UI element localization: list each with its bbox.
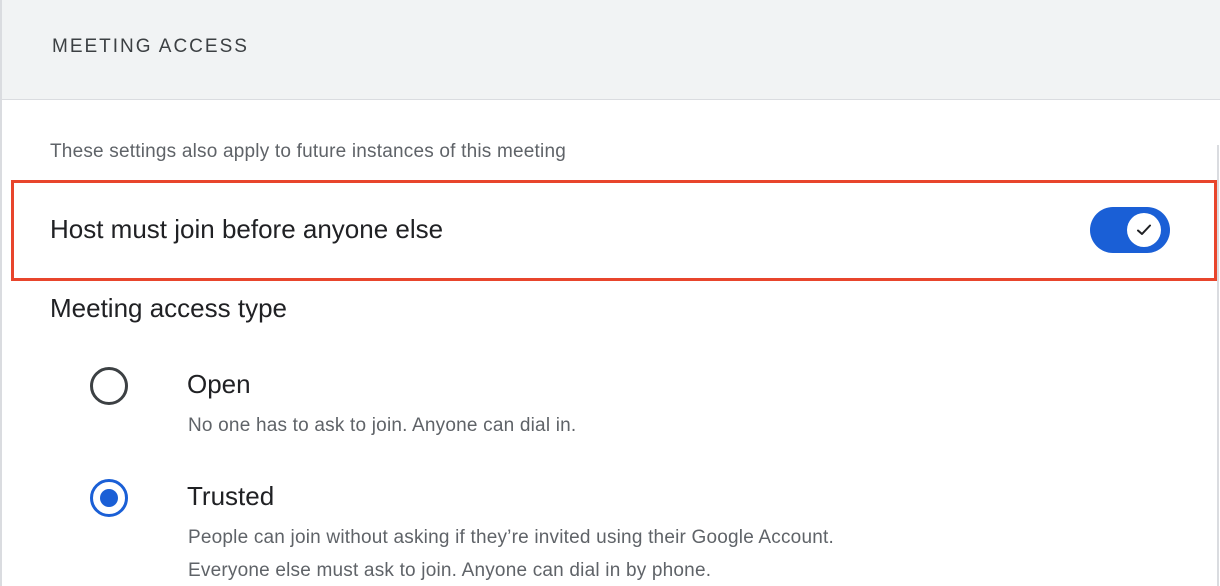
radio-trusted[interactable] [90,479,128,517]
meeting-access-panel: MEETING ACCESS These settings also apply… [0,0,1220,586]
option-trusted-description-line1: People can join without asking if they’r… [188,527,834,548]
toggle-knob [1127,213,1161,247]
option-open-description: No one has to ask to join. Anyone can di… [188,415,577,436]
meeting-access-type-title: Meeting access type [50,293,288,323]
check-icon [1137,224,1151,235]
radio-selected-dot [100,489,118,507]
section-header: MEETING ACCESS [0,0,1220,100]
host-must-join-label: Host must join before anyone else [50,214,444,244]
section-title: MEETING ACCESS [52,36,249,57]
panel-right-border [1217,145,1219,586]
radio-open[interactable] [90,367,128,405]
panel-left-border [0,100,2,586]
option-trusted-description-line2: Everyone else must ask to join. Anyone c… [188,560,712,581]
host-must-join-toggle[interactable] [1090,207,1170,253]
option-trusted-label: Trusted [187,481,275,511]
settings-note: These settings also apply to future inst… [50,141,566,162]
option-open-label: Open [187,369,251,399]
